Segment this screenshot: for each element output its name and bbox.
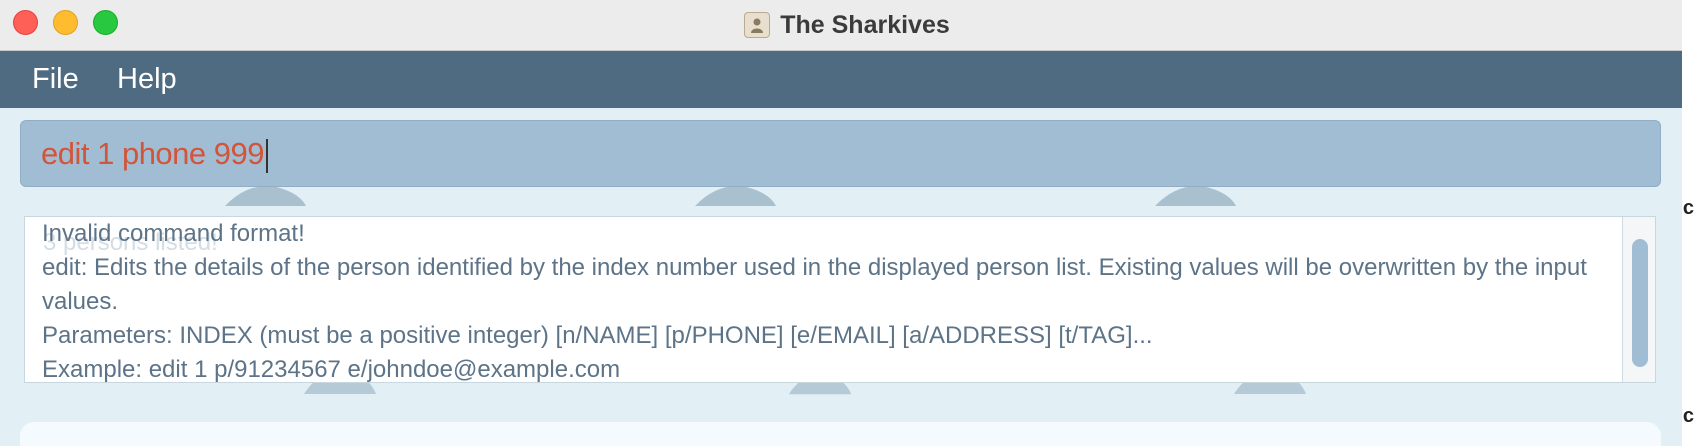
vertical-scrollbar[interactable] <box>1622 217 1655 382</box>
command-box[interactable]: edit 1 phone 999 <box>20 120 1661 187</box>
result-line: values. <box>42 288 119 315</box>
edge-text: c <box>1682 197 1694 219</box>
contacts-book-icon <box>744 12 771 38</box>
menu-help[interactable]: Help <box>117 51 177 108</box>
result-line: Example: edit 1 p/91234567 e/johndoe@exa… <box>42 356 621 383</box>
result-line: edit: Edits the details of the person id… <box>42 254 1587 281</box>
menu-bar: File Help <box>0 51 1694 108</box>
scrollbar-thumb[interactable] <box>1632 239 1648 367</box>
menu-file[interactable]: File <box>32 51 79 108</box>
app-window: The Sharkives File Help edit 1 phone 999 <box>0 0 1694 446</box>
window-title: The Sharkives <box>780 10 950 39</box>
edge-text: c <box>1682 405 1694 427</box>
command-input-text: edit 1 phone 999 <box>41 136 265 171</box>
result-line: Invalid command format! <box>42 220 305 247</box>
result-display[interactable]: 3 persons listed! Invalid command format… <box>24 216 1656 383</box>
command-input[interactable]: edit 1 phone 999 <box>41 121 268 186</box>
person-list-panel <box>20 422 1661 446</box>
text-caret <box>266 138 268 173</box>
title-bar: The Sharkives <box>0 0 1694 51</box>
background-window-edge: c c <box>1682 0 1694 446</box>
result-message: Invalid command format! edit: Edits the … <box>42 217 1622 383</box>
result-line: Parameters: INDEX (must be a positive in… <box>42 322 1153 349</box>
